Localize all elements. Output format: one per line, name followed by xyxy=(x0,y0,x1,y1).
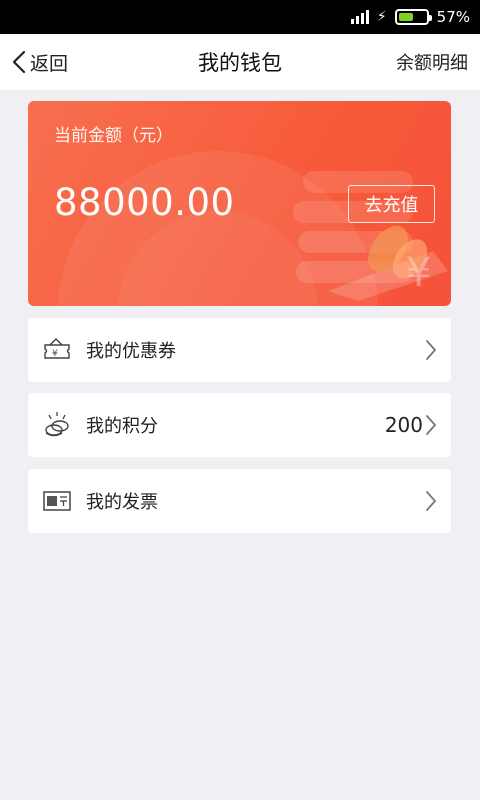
back-label: 返回 xyxy=(30,52,69,75)
svg-text:¥: ¥ xyxy=(52,349,58,359)
menu-item-points[interactable]: 我的积分 200 xyxy=(28,393,451,457)
menu-item-invoices[interactable]: 我的发票 xyxy=(28,469,451,533)
battery-percent: 57% xyxy=(436,8,470,26)
nav-bar: 返回 我的钱包 余额明细 xyxy=(0,34,480,90)
svg-text:¥: ¥ xyxy=(406,250,431,296)
menu-label: 我的优惠券 xyxy=(86,341,176,362)
battery-icon xyxy=(394,9,432,25)
coins-icon xyxy=(42,410,72,440)
status-bar: ⚡ 57% xyxy=(0,0,480,34)
coupon-icon: ¥ xyxy=(42,335,72,365)
menu-label: 我的积分 xyxy=(86,416,158,437)
recharge-button[interactable]: 去充值 xyxy=(348,185,435,223)
chevron-right-icon xyxy=(426,415,436,435)
chevron-left-icon xyxy=(12,50,26,74)
balance-detail-link[interactable]: 余额明细 xyxy=(396,49,468,75)
menu-item-coupons[interactable]: ¥ 我的优惠券 xyxy=(28,318,451,382)
balance-label: 当前金额（元） xyxy=(54,126,173,146)
back-button[interactable]: 返回 xyxy=(12,49,68,76)
menu-label: 我的发票 xyxy=(86,492,158,513)
invoice-icon xyxy=(42,486,72,516)
charging-icon: ⚡ xyxy=(376,9,387,25)
battery-fill xyxy=(398,13,414,21)
points-value: 200 xyxy=(384,413,423,437)
chevron-right-icon xyxy=(426,491,436,511)
balance-amount: 88000.00 xyxy=(54,181,235,224)
signal-icon xyxy=(350,10,369,24)
chevron-right-icon xyxy=(426,340,436,360)
balance-card: ¥ 当前金额（元） 88000.00 去充值 xyxy=(28,101,451,306)
